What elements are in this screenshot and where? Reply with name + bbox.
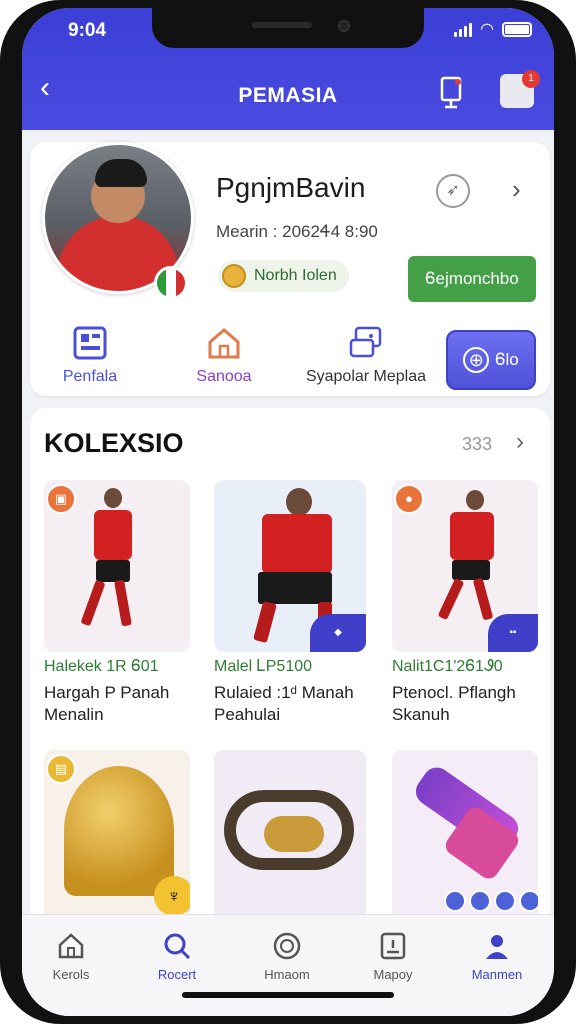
- chip-icons: [444, 890, 538, 912]
- trophy-icon: ♆: [154, 876, 190, 916]
- card-icon: [378, 931, 408, 961]
- card-image: ● ▪▪: [392, 480, 538, 652]
- nav-item-profile[interactable]: Manmen: [452, 931, 542, 982]
- card-title: Hargah P Panah Menalin: [44, 683, 170, 724]
- chevron-right-icon[interactable]: ›: [516, 428, 524, 456]
- bottom-nav: Kerols Rocert Hmaom Mapoy Manmen: [22, 914, 554, 1016]
- battery-icon: [502, 22, 532, 37]
- collection-section: KOLEXSIO 333 › ▣ Halekek 1R Ꮾ01 Hargah P…: [30, 408, 550, 928]
- quick-action-label: Penfala: [62, 368, 118, 385]
- coin-trophy-image: [64, 766, 174, 896]
- card-image: [214, 750, 366, 922]
- collection-card[interactable]: ▤ ♆: [44, 750, 190, 922]
- nav-item-trophy[interactable]: Hmaom: [242, 931, 332, 982]
- collection-card[interactable]: ● ▪▪ Nalit1C1'2Ꮾ1Ꮽ0 Ptenocl. Pflangh Skan…: [392, 480, 538, 726]
- quick-action-2[interactable]: Sanooa: [164, 326, 284, 386]
- trophy-icon: [272, 931, 302, 961]
- card-title: Rulaied :1ᵈ Manah Peahulai: [214, 683, 354, 724]
- home-indicator: [182, 992, 394, 998]
- card-image: ▣: [44, 480, 190, 652]
- nav-label: Rocert: [157, 967, 197, 982]
- plus-icon: ⊕: [463, 347, 490, 373]
- app-header: 9:04 ◠ ‹ PEMASIA 1: [22, 8, 554, 130]
- collection-card[interactable]: [214, 750, 366, 922]
- card-code: Malel ᏞP5100: [214, 658, 313, 675]
- collection-count: 333: [462, 434, 493, 454]
- signal-icon: [454, 22, 473, 37]
- nav-label: Mapoy: [373, 967, 413, 982]
- status-time: 9:04: [68, 20, 107, 41]
- badge-icon: ▤: [46, 754, 76, 784]
- nav-item-card[interactable]: Mapoy: [348, 931, 438, 982]
- device-icon[interactable]: [436, 76, 468, 110]
- home-icon: [206, 326, 242, 360]
- user-icon: [482, 931, 512, 961]
- nav-label: Hmaom: [264, 967, 310, 982]
- card-image: ▤ ♆: [44, 750, 190, 922]
- quick-action-3[interactable]: Syapolar Meplaa: [288, 326, 444, 386]
- primary-action-button[interactable]: ⊕ Ꮾlo: [446, 330, 536, 390]
- profile-name: PgnjmBavin: [216, 172, 366, 203]
- notification-badge: 1: [522, 70, 540, 88]
- status-icons: ◠: [454, 20, 532, 38]
- compass-icon[interactable]: ➶: [436, 174, 470, 208]
- section-title: KOLEXSIO: [44, 428, 184, 458]
- flag-icon: [154, 266, 188, 300]
- screen: 9:04 ◠ ‹ PEMASIA 1 PgnjmBavin Mearin : 2…: [22, 8, 554, 1016]
- quick-actions: Penfala Sanooa Syapolar Meplaa ⊕ Ꮾlo: [30, 322, 550, 392]
- collection-card[interactable]: ◆ Malel ᏞP5100 Rulaied :1ᵈ Manah Peahulai: [214, 480, 366, 726]
- chevron-right-icon[interactable]: ›: [512, 174, 521, 204]
- profile-card: PgnjmBavin Mearin : 2062Ꮞ4 8:90 ➶ › Norb…: [30, 142, 550, 396]
- collection-card[interactable]: [392, 750, 538, 922]
- page-title: PEMASIA: [238, 84, 338, 107]
- badge-icon: ▣: [46, 484, 76, 514]
- collection-card[interactable]: ▣ Halekek 1R Ꮾ01 Hargah P Panah Menalin: [44, 480, 190, 726]
- quick-action-1[interactable]: Penfala: [30, 326, 150, 386]
- grid-icon: [72, 326, 108, 360]
- quick-action-label: Syapolar Meplaa: [305, 368, 427, 385]
- home-icon: [56, 931, 86, 961]
- search-icon: [162, 931, 192, 961]
- card-title: Ptenocl. Pflangh Skanuh: [392, 683, 516, 724]
- card-code: Halekek 1R Ꮾ01: [44, 658, 159, 675]
- profile-action-button[interactable]: Ꮾejmonchbo: [408, 256, 536, 302]
- nav-label: Manmen: [471, 967, 523, 982]
- profile-tag[interactable]: Norbh Iolen: [218, 260, 349, 292]
- card-image: ◆: [214, 480, 366, 652]
- card-image: [392, 750, 538, 922]
- card-code: Nalit1C1'2Ꮾ1Ꮽ0: [392, 658, 503, 675]
- chat-icon: [348, 326, 384, 360]
- quick-action-label: Sanooa: [196, 368, 252, 385]
- profile-tag-label: Norbh Iolen: [254, 267, 337, 284]
- device-frame: 9:04 ◠ ‹ PEMASIA 1 PgnjmBavin Mearin : 2…: [0, 0, 576, 1024]
- rarity-badge: ▪▪: [488, 614, 538, 652]
- wifi-icon: ◠: [480, 20, 494, 38]
- badge-icon: ●: [394, 484, 424, 514]
- profile-subtitle: Mearin : 2062Ꮞ4 8:90: [216, 222, 378, 241]
- rarity-badge: ◆: [310, 614, 366, 652]
- nav-item-search[interactable]: Rocert: [132, 931, 222, 982]
- device-notch: [152, 8, 424, 48]
- coin-icon: [222, 264, 246, 288]
- nav-label: Kerols: [52, 967, 90, 982]
- primary-action-label: Ꮾlo: [495, 350, 519, 369]
- nav-item-home[interactable]: Kerols: [26, 931, 116, 982]
